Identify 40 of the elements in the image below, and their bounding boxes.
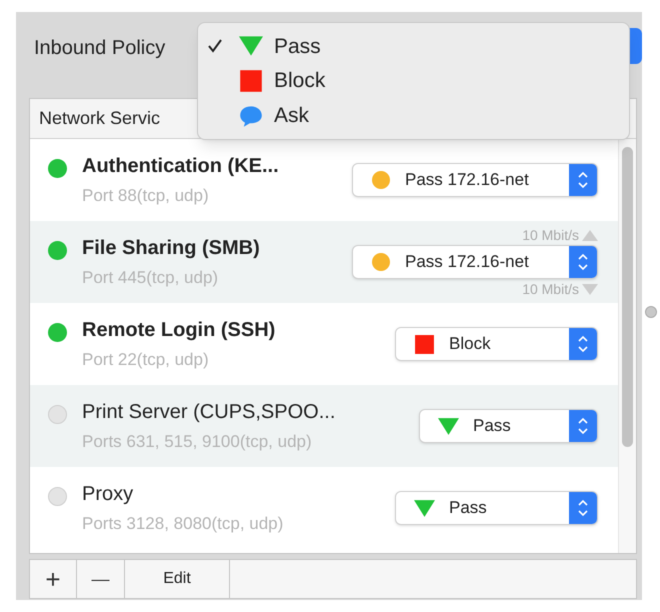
service-name: Remote Login (SSH)	[82, 318, 276, 344]
policy-dropdown[interactable]: Pass 172.16-net	[352, 163, 598, 197]
policy-dropdown[interactable]: Block	[395, 327, 598, 361]
column-header: Network Servic	[39, 107, 160, 130]
menu-item[interactable]: Pass	[198, 29, 629, 64]
circle-icon	[371, 170, 391, 190]
resize-handle[interactable]	[645, 306, 657, 318]
square-icon	[414, 334, 435, 354]
stepper-icon	[578, 499, 588, 517]
service-ports: Port 88(tcp, udp)	[82, 185, 210, 208]
service-ports: Port 22(tcp, udp)	[82, 349, 210, 372]
stepper-icon	[578, 171, 588, 189]
menu-item[interactable]: Block	[198, 64, 629, 98]
service-ports: Ports 3128, 8080(tcp, udp)	[82, 513, 284, 536]
stepper-icon	[578, 253, 588, 271]
stepper-icon	[578, 417, 588, 435]
policy-dropdown[interactable]: Pass	[419, 409, 598, 443]
menu-item[interactable]: Ask	[198, 98, 629, 134]
policy-dropdown[interactable]: Pass	[395, 491, 598, 525]
service-name: File Sharing (SMB)	[82, 236, 261, 262]
circle-icon	[371, 252, 391, 272]
triangle-icon	[438, 416, 459, 436]
service-ports: Port 445(tcp, udp)	[82, 267, 220, 290]
rate-label: 10 Mbit/s	[522, 280, 579, 298]
policy-label: Inbound Policy	[34, 36, 166, 61]
service-name: Authentication (KE...	[82, 154, 280, 180]
rate-label: 10 Mbit/s	[522, 226, 579, 244]
triangle-icon	[414, 498, 435, 518]
remove-button[interactable]: —	[77, 560, 125, 598]
service-ports: Ports 631, 515, 9100(tcp, udp)	[82, 431, 313, 454]
service-name: Print Server (CUPS,SPOO...	[82, 400, 336, 426]
edit-button[interactable]: Edit	[125, 560, 230, 598]
speech-bubble-icon	[239, 104, 263, 128]
checkmark-icon	[208, 39, 222, 54]
scrollbar-thumb[interactable]	[622, 147, 633, 447]
square-icon	[239, 69, 263, 93]
add-button[interactable]: +	[30, 560, 77, 598]
stepper-icon	[578, 335, 588, 353]
service-name: Proxy	[82, 482, 134, 508]
policy-dropdown[interactable]: Pass 172.16-net	[352, 245, 598, 279]
